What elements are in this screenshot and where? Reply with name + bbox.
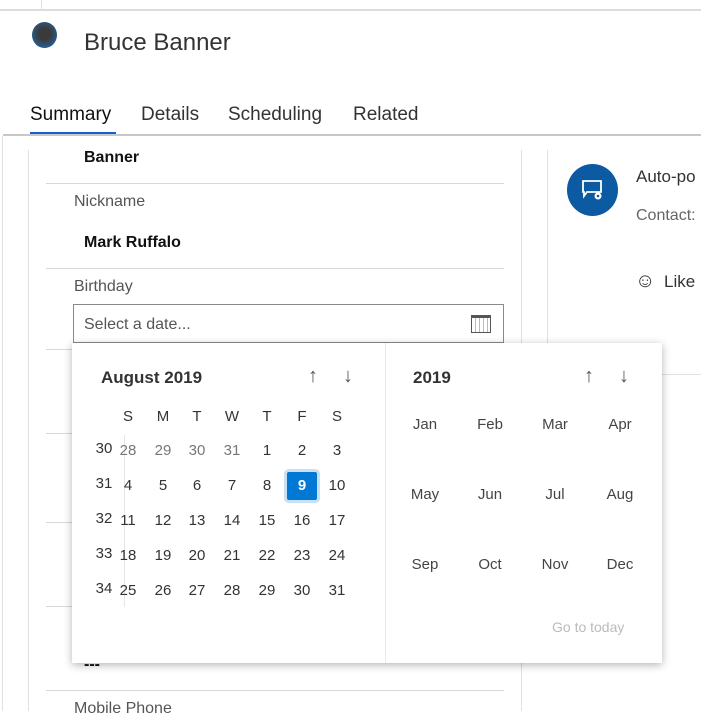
tab-details[interactable]: Details (141, 104, 199, 126)
day-cell[interactable]: 28 (217, 577, 247, 605)
weekday-header: T (262, 408, 272, 425)
month-cell[interactable]: Jan (395, 416, 455, 433)
record-title: Bruce Banner (84, 29, 231, 56)
calendar-icon[interactable] (471, 315, 491, 333)
weekday-header: T (192, 408, 202, 425)
like-button[interactable]: Like (664, 272, 695, 292)
day-cell[interactable]: 24 (322, 542, 352, 570)
go-to-today-link[interactable]: Go to today (552, 619, 624, 635)
month-cell[interactable]: Nov (525, 556, 585, 573)
avatar (32, 22, 57, 48)
month-cell[interactable]: Oct (460, 556, 520, 573)
divider (46, 183, 504, 184)
day-cell[interactable]: 30 (287, 577, 317, 605)
month-cell[interactable]: Apr (590, 416, 650, 433)
next-month-arrow-down-icon[interactable]: ↓ (343, 365, 353, 388)
auto-post-icon (567, 164, 618, 216)
day-cell[interactable]: 27 (182, 577, 212, 605)
day-cell[interactable]: 28 (113, 437, 143, 465)
weekday-header: W (224, 408, 240, 425)
tab-scheduling[interactable]: Scheduling (228, 104, 322, 126)
month-cell[interactable]: Sep (395, 556, 455, 573)
month-cell[interactable]: Jun (460, 486, 520, 503)
post-contact: Contact: (636, 207, 696, 224)
date-picker-callout (72, 343, 662, 663)
smiley-icon[interactable]: ☺ (635, 270, 655, 293)
weekday-header: S (122, 408, 133, 425)
previous-year-arrow-up-icon[interactable]: ↑ (584, 365, 594, 388)
divider (41, 0, 42, 9)
day-cell[interactable]: 31 (217, 437, 247, 465)
day-cell[interactable]: 2 (287, 437, 317, 465)
birthday-label: Birthday (74, 278, 133, 295)
day-cell[interactable]: 13 (182, 507, 212, 535)
divider (385, 343, 386, 663)
divider (2, 136, 3, 711)
day-cell[interactable]: 31 (322, 577, 352, 605)
divider (28, 150, 29, 711)
day-cell[interactable]: 30 (182, 437, 212, 465)
mobile-phone-label: Mobile Phone (74, 700, 172, 717)
day-cell[interactable]: 18 (113, 542, 143, 570)
day-cell[interactable]: 7 (217, 472, 247, 500)
day-cell[interactable]: 12 (148, 507, 178, 535)
tab-summary[interactable]: Summary (30, 104, 111, 126)
year-title[interactable]: 2019 (413, 368, 451, 388)
day-cell[interactable]: 1 (252, 437, 282, 465)
day-cell[interactable]: 14 (217, 507, 247, 535)
day-cell[interactable]: 29 (252, 577, 282, 605)
day-cell[interactable]: 9 (287, 472, 317, 500)
day-cell[interactable]: 10 (322, 472, 352, 500)
month-title[interactable]: August 2019 (101, 368, 202, 388)
day-cell[interactable]: 23 (287, 542, 317, 570)
month-cell[interactable]: Jul (525, 486, 585, 503)
day-cell[interactable]: 29 (148, 437, 178, 465)
day-cell[interactable]: 20 (182, 542, 212, 570)
day-cell[interactable]: 26 (148, 577, 178, 605)
month-cell[interactable]: Aug (590, 486, 650, 503)
day-cell[interactable]: 19 (148, 542, 178, 570)
month-cell[interactable]: Feb (460, 416, 520, 433)
last-name-value[interactable]: Banner (84, 149, 139, 167)
day-cell[interactable]: 8 (252, 472, 282, 500)
post-title: Auto-po (636, 167, 696, 186)
divider (547, 150, 548, 375)
birthday-input[interactable]: Select a date... (73, 304, 504, 343)
month-cell[interactable]: Dec (590, 556, 650, 573)
nickname-value[interactable]: Mark Ruffalo (84, 234, 181, 252)
nickname-label: Nickname (74, 193, 146, 210)
day-cell[interactable]: 17 (322, 507, 352, 535)
weekday-header: M (156, 408, 170, 425)
day-cell[interactable]: 21 (217, 542, 247, 570)
day-cell[interactable]: 5 (148, 472, 178, 500)
divider (46, 690, 504, 691)
day-cell[interactable]: 11 (113, 507, 143, 535)
day-cell[interactable]: 6 (182, 472, 212, 500)
day-cell[interactable]: 4 (113, 472, 143, 500)
day-cell[interactable]: 25 (113, 577, 143, 605)
weekday-header: S (331, 408, 342, 425)
day-cell[interactable]: 22 (252, 542, 282, 570)
top-border (0, 9, 701, 11)
divider (46, 268, 504, 269)
day-cell[interactable]: 3 (322, 437, 352, 465)
tabs-border (3, 134, 701, 136)
day-cell[interactable]: 16 (287, 507, 317, 535)
next-year-arrow-down-icon[interactable]: ↓ (619, 365, 629, 388)
day-cell[interactable]: 15 (252, 507, 282, 535)
tab-related[interactable]: Related (353, 104, 419, 126)
month-cell[interactable]: Mar (525, 416, 585, 433)
previous-month-arrow-up-icon[interactable]: ↑ (308, 365, 318, 388)
birthday-placeholder: Select a date... (84, 316, 191, 333)
month-cell[interactable]: May (395, 486, 455, 503)
weekday-header: F (297, 408, 307, 425)
